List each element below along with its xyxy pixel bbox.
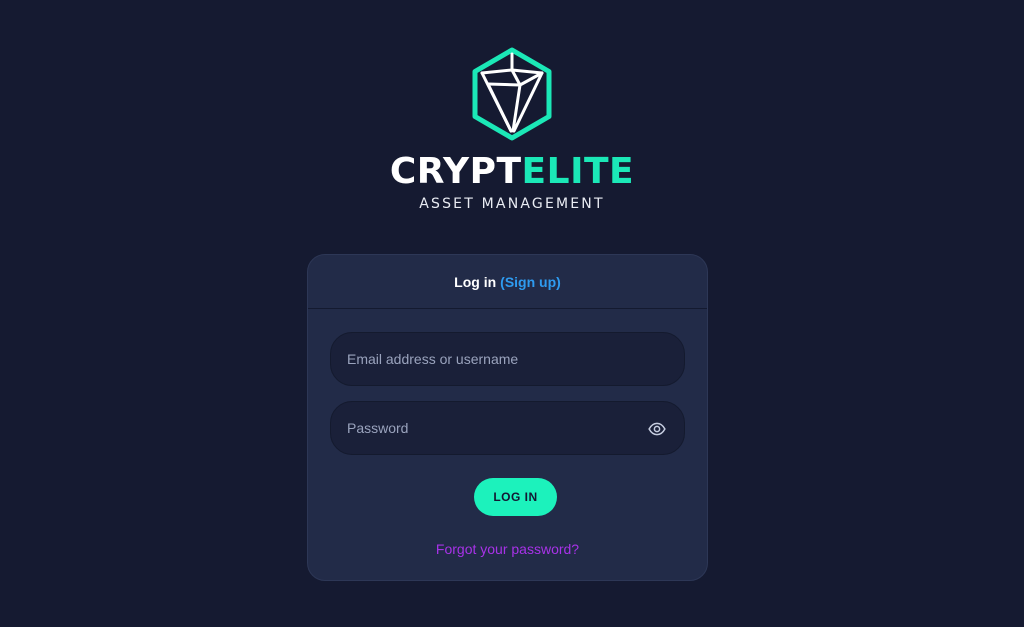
brand-logo: CRYPTELITE ASSET MANAGEMENT (0, 46, 1024, 212)
brand-name: CRYPTELITE (390, 152, 634, 192)
email-input[interactable] (331, 333, 684, 385)
brand-name-part1: CRYPT (389, 151, 522, 192)
log-in-button[interactable]: LOG IN (474, 478, 557, 516)
email-field-container (330, 332, 685, 386)
hexagon-cube-logo-icon (472, 47, 552, 141)
brand-name-part2: ELITE (521, 151, 635, 192)
brand-tagline: ASSET MANAGEMENT (419, 196, 605, 212)
login-card-header: Log in (Sign up) (308, 255, 707, 309)
eye-icon[interactable] (648, 420, 666, 438)
login-title: Log in (454, 273, 497, 290)
login-page: CRYPTELITE ASSET MANAGEMENT Log in (Sign… (0, 0, 1024, 627)
login-card: Log in (Sign up) LOG IN Forgot your pass… (307, 254, 708, 581)
sign-up-link[interactable]: (Sign up) (500, 274, 561, 290)
password-field-container (330, 401, 685, 455)
password-input[interactable] (331, 402, 684, 454)
forgot-password-link[interactable]: Forgot your password? (308, 541, 707, 557)
